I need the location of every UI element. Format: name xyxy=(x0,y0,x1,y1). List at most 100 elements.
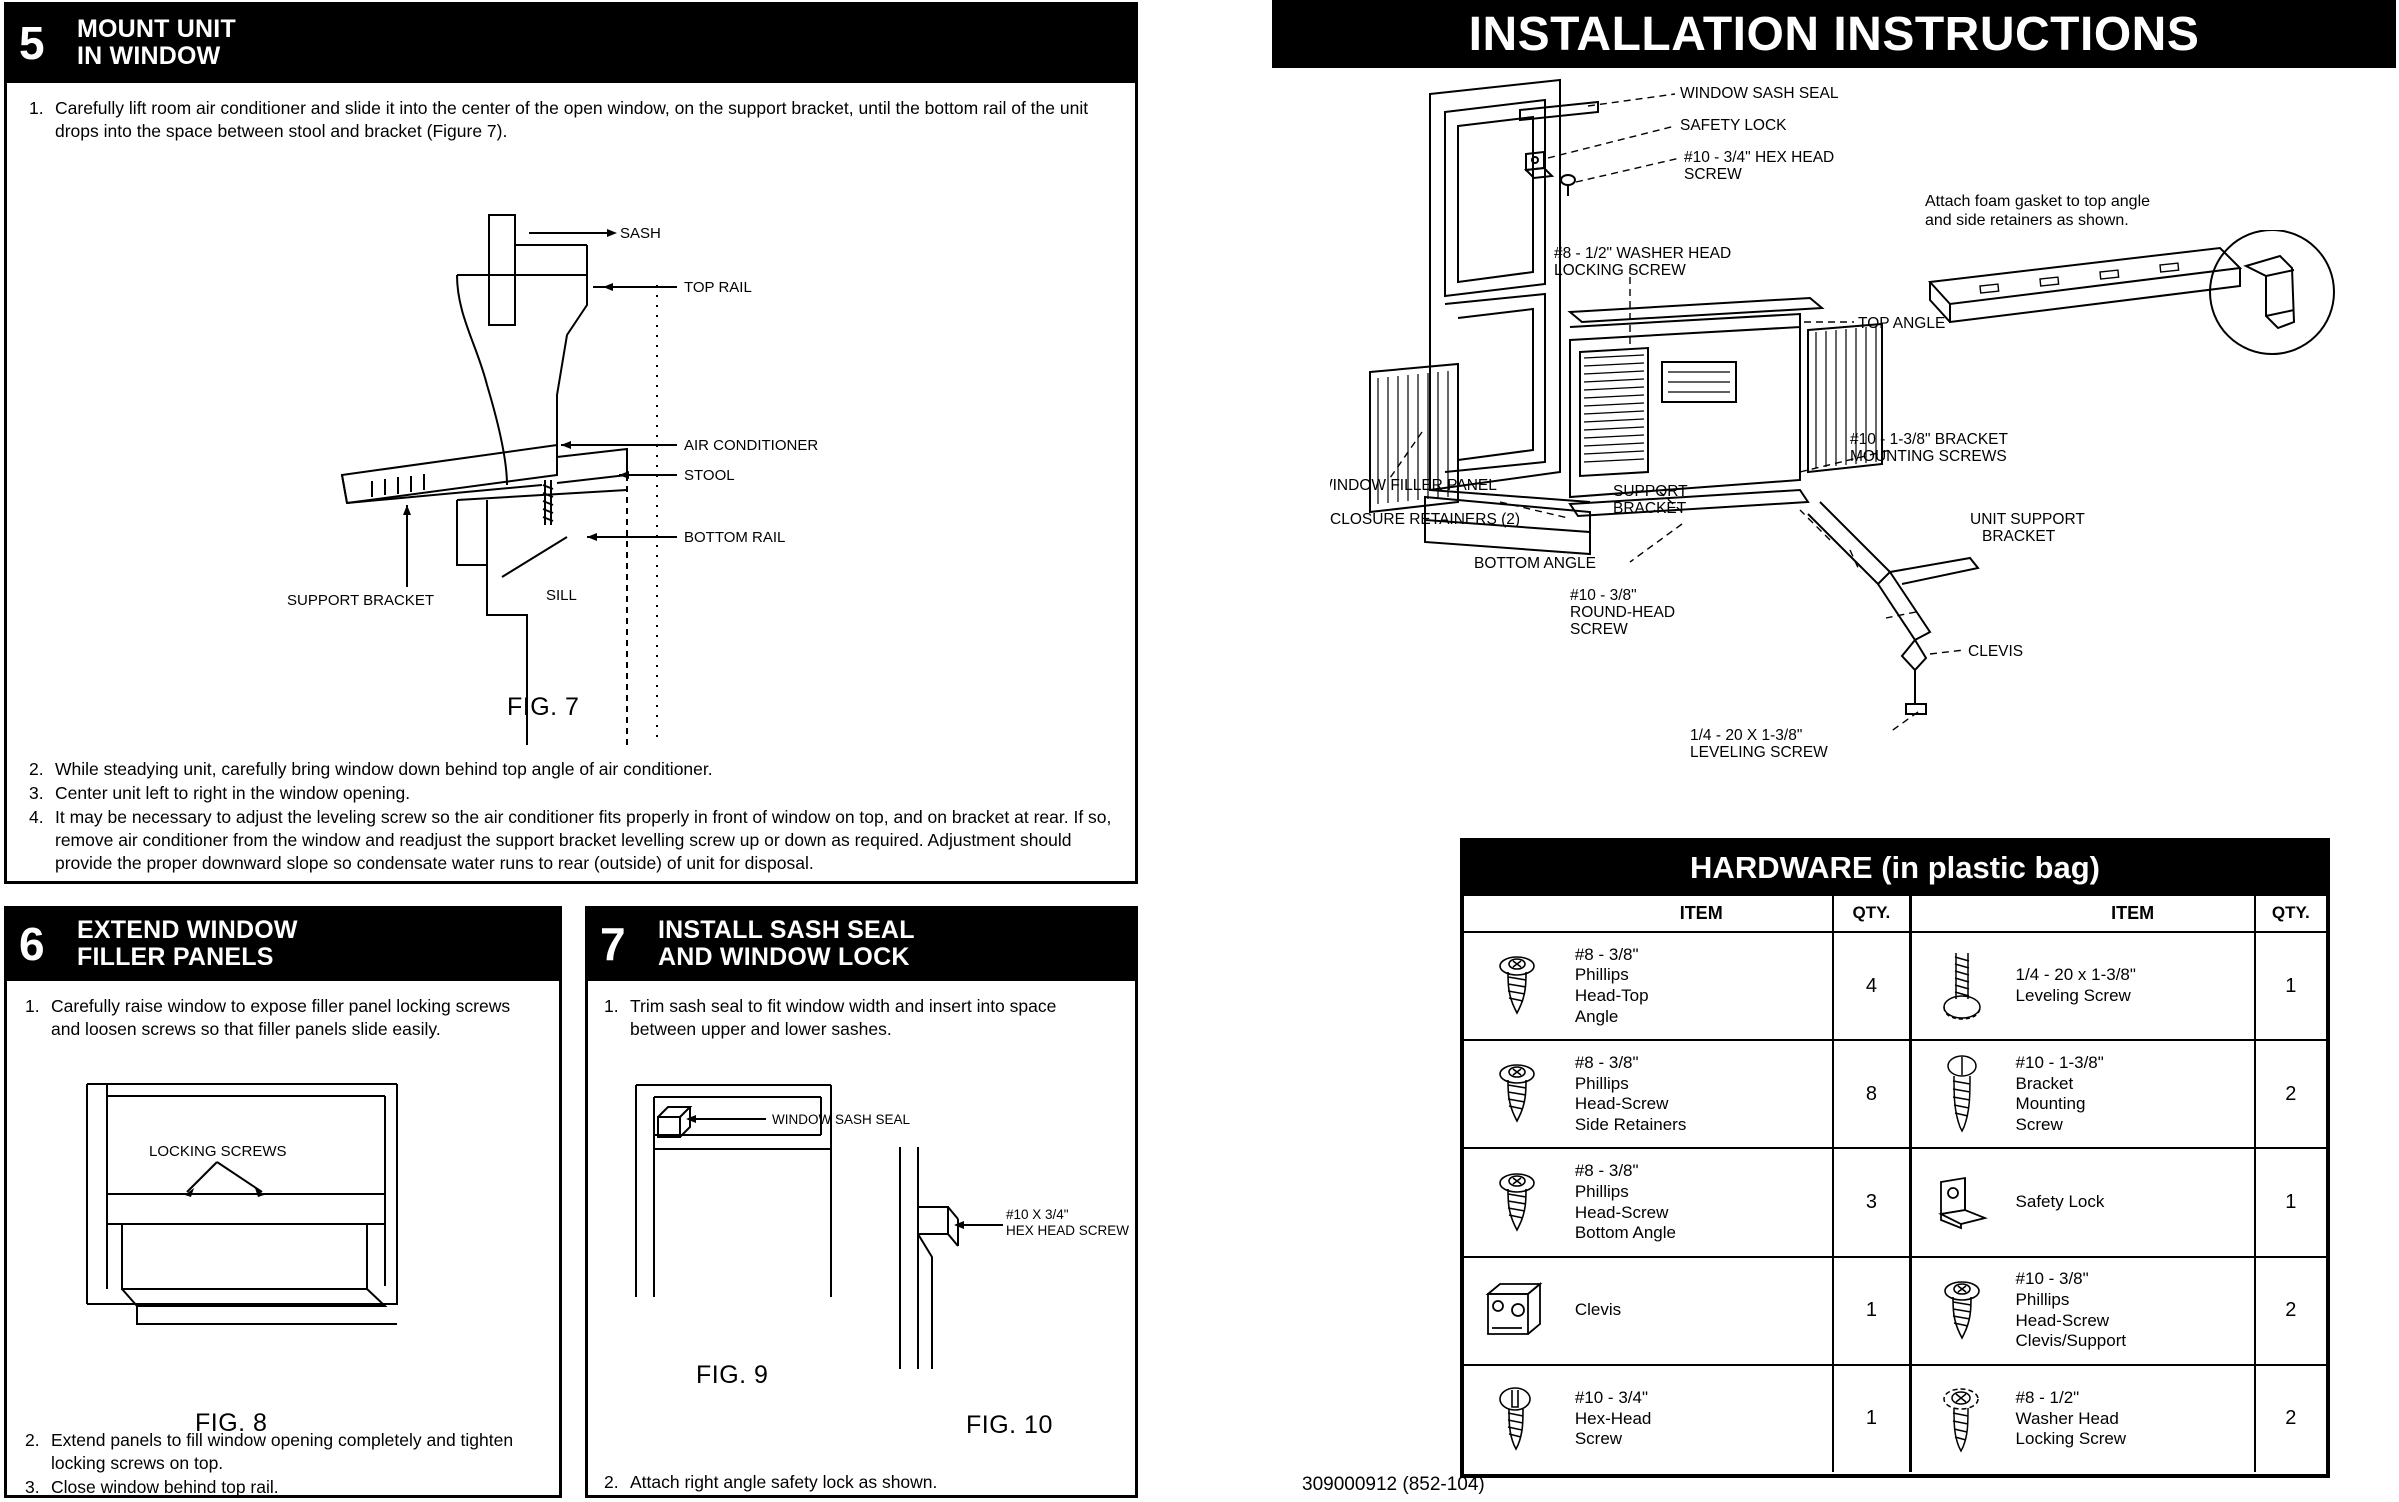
list-item-text: Carefully lift room air conditioner and … xyxy=(55,98,1089,142)
fig10-label-hex-head-screw-line2: HEX HEAD SCREW xyxy=(1006,1223,1129,1238)
fig10-label-hex-head-screw-line1: #10 X 3/4" xyxy=(1006,1207,1069,1222)
hardware-header-item-right: ITEM xyxy=(2111,903,2155,923)
leveling-screw-icon xyxy=(1912,933,2011,1039)
table-row: #10 - 3/8" Phillips Head-Screw Clevis/Su… xyxy=(1912,1257,2326,1366)
list-item-number: 2. xyxy=(604,1472,619,1492)
step-6-header: 6 EXTEND WINDOW FILLER PANELS xyxy=(7,909,559,981)
foam-gasket-note: Attach foam gasket to top angle and side… xyxy=(1925,193,2151,230)
fig7-label-sill: SILL xyxy=(546,587,577,604)
diagram-label-bracket-mounting-l2: MOUNTING SCREWS xyxy=(1850,448,2007,465)
list-item: 1. Carefully raise window to expose fill… xyxy=(25,995,541,1041)
list-item-text: Center unit left to right in the window … xyxy=(55,783,411,804)
step-6-number: 6 xyxy=(19,918,45,970)
list-item-text: Extend panels to fill window opening com… xyxy=(51,1430,514,1474)
step-5-header: 5 MOUNT UNIT IN WINDOW xyxy=(7,5,1135,83)
table-row: #8 - 3/8" Phillips Head-Top Angle 4 xyxy=(1464,933,1910,1042)
step-5-title: MOUNT UNIT IN WINDOW xyxy=(77,16,236,70)
figure-9-drawing: WINDOW SASH SEAL xyxy=(635,1084,911,1297)
hardware-item-qty: 2 xyxy=(2253,1041,2326,1148)
clevis-icon xyxy=(1464,1258,1571,1364)
hardware-right-column: ITEM QTY. 1/4 - 20 x 1-3/8" Leveling Scr… xyxy=(1912,896,2326,1473)
diagram-label-closure-retainers: CLOSURE RETAINERS (2) xyxy=(1330,511,1520,528)
hardware-header-icon-spacer-right xyxy=(1912,896,2011,931)
diagram-label-washer-head-l1: #8 - 1/2" WASHER HEAD xyxy=(1554,245,1731,262)
hardware-item-qty: 1 xyxy=(1831,1257,1910,1364)
list-item-text: Attach right angle safety lock as shown. xyxy=(630,1472,938,1492)
foam-gasket-drawing xyxy=(1927,230,2335,355)
phillips-pan-screw-icon xyxy=(1464,1149,1571,1255)
hardware-item-qty: 8 xyxy=(1831,1041,1910,1148)
hardware-header-qty-left: QTY. xyxy=(1831,896,1910,931)
diagram-label-safety-lock: SAFETY LOCK xyxy=(1680,117,1787,134)
hardware-item-label: #10 - 3/8" Phillips Head-Screw Clevis/Su… xyxy=(2015,1269,2127,1351)
hardware-item-label: #8 - 3/8" Phillips Head-Screw Bottom Ang… xyxy=(1574,1161,1676,1243)
diagram-label-leveling-screw-l2: LEVELING SCREW xyxy=(1690,744,1828,761)
list-item: 1. Trim sash seal to fit window width an… xyxy=(604,995,1120,1041)
diagram-label-bracket-mounting-l1: #10 - 1-3/8" BRACKET xyxy=(1850,431,2009,448)
hardware-item-label: #10 - 1-3/8" Bracket Mounting Screw xyxy=(2015,1052,2104,1135)
list-item-number: 1. xyxy=(604,996,619,1016)
hardware-item-qty: 3 xyxy=(1831,1149,1910,1256)
diagram-label-round-head-l2: ROUND-HEAD xyxy=(1570,604,1675,621)
step-5-intro-list: 1. Carefully lift room air conditioner a… xyxy=(29,97,1119,144)
step-7-title-line1: INSTALL SASH SEAL xyxy=(658,916,915,944)
step-5-outro-list: 2. While steadying unit, carefully bring… xyxy=(29,758,1119,876)
step-6-outro-list: 2. Extend panels to fill window opening … xyxy=(25,1429,541,1500)
figure-7-drawing: SASH TOP RAIL AIR CONDITIONER STOOL BOTT… xyxy=(287,214,818,745)
hardware-item-label: Safety Lock xyxy=(2015,1192,2105,1212)
diagram-label-round-head-l3: SCREW xyxy=(1570,621,1628,638)
step-7-title: INSTALL SASH SEAL AND WINDOW LOCK xyxy=(658,917,915,971)
figure-7-caption: FIG. 7 xyxy=(507,693,580,721)
table-row: 1/4 - 20 x 1-3/8" Leveling Screw 1 xyxy=(1912,933,2326,1042)
document-title-bar: INSTALLATION INSTRUCTIONS xyxy=(1272,0,2396,68)
step-7-panel: 7 INSTALL SASH SEAL AND WINDOW LOCK 1. T… xyxy=(585,906,1138,1498)
hardware-item-label: #8 - 1/2" Washer Head Locking Screw xyxy=(2015,1387,2127,1449)
diagram-label-support-bracket-l1: SUPPORT xyxy=(1613,483,1688,500)
hardware-item-label: Clevis xyxy=(1574,1300,1622,1320)
figure-9-caption: FIG. 9 xyxy=(696,1361,769,1389)
phillips-pan-screw-icon xyxy=(1464,1041,1571,1147)
hardware-item-qty: 1 xyxy=(2253,933,2326,1040)
bracket-mounting-screw-icon xyxy=(1912,1041,2011,1147)
step-5-title-line1: MOUNT UNIT xyxy=(77,15,236,43)
step-6-title-line1: EXTEND WINDOW xyxy=(77,916,298,944)
washer-head-screw-icon xyxy=(1912,1366,2011,1472)
hardware-title: HARDWARE (in plastic bag) xyxy=(1464,842,2326,896)
table-row: #8 - 1/2" Washer Head Locking Screw 2 xyxy=(1912,1365,2326,1473)
table-row: Clevis 1 xyxy=(1464,1257,1910,1366)
hardware-item-qty: 2 xyxy=(2253,1257,2326,1364)
list-item-number: 1. xyxy=(29,98,44,118)
fig7-label-support-bracket: SUPPORT BRACKET xyxy=(287,592,434,609)
main-exploded-diagram: WINDOW SASH SEAL SAFETY LOCK #10 - 3/4" … xyxy=(1330,78,2085,761)
hardware-left-column: ITEM QTY. #8 - 3/8" Phillips Head-Top An… xyxy=(1464,896,1913,1473)
list-item: 2. Extend panels to fill window opening … xyxy=(25,1429,541,1475)
step-6-panel: 6 EXTEND WINDOW FILLER PANELS 1. Careful… xyxy=(4,906,562,1498)
diagram-label-leveling-screw-l1: 1/4 - 20 X 1-3/8" xyxy=(1690,727,1802,744)
diagram-label-clevis: CLEVIS xyxy=(1968,643,2023,660)
list-item-text: Trim sash seal to fit window width and i… xyxy=(630,996,1057,1040)
list-item-number: 1. xyxy=(25,996,40,1016)
step-5-number: 5 xyxy=(19,17,45,69)
step-6-title: EXTEND WINDOW FILLER PANELS xyxy=(77,917,298,971)
list-item: 1. Carefully lift room air conditioner a… xyxy=(29,97,1119,143)
list-item-number: 2. xyxy=(25,1430,40,1450)
diagram-label-washer-head-l2: LOCKING SCREW xyxy=(1554,262,1686,279)
list-item: 2. While steadying unit, carefully bring… xyxy=(29,758,1119,781)
safety-lock-icon xyxy=(1912,1149,2011,1255)
list-item: 3. Close window behind top rail. xyxy=(25,1476,541,1499)
step-6-title-line2: FILLER PANELS xyxy=(77,943,274,971)
list-item-number: 4. xyxy=(29,807,44,828)
figure-10-caption: FIG. 10 xyxy=(966,1411,1053,1439)
list-item-number: 2. xyxy=(29,759,44,779)
installation-instructions-page: 5 MOUNT UNIT IN WINDOW 1. Carefully lift… xyxy=(0,0,2399,1502)
hardware-header-qty-right: QTY. xyxy=(2253,896,2326,931)
table-row: #10 - 1-3/8" Bracket Mounting Screw 2 xyxy=(1912,1041,2326,1150)
figure-8-drawing: LOCKING SCREWS xyxy=(86,1083,398,1325)
step-7-intro-list: 1. Trim sash seal to fit window width an… xyxy=(604,995,1120,1042)
hardware-item-qty: 4 xyxy=(1831,933,1910,1040)
table-row: #8 - 3/8" Phillips Head-Screw Bottom Ang… xyxy=(1464,1149,1910,1258)
hardware-item-label: #8 - 3/8" Phillips Head-Screw Side Retai… xyxy=(1574,1052,1687,1135)
hardware-table: HARDWARE (in plastic bag) ITEM QTY. #8 -… xyxy=(1460,838,2330,1478)
hardware-item-qty: 1 xyxy=(1831,1365,1910,1473)
hardware-header-row-left: ITEM QTY. xyxy=(1464,896,1910,933)
